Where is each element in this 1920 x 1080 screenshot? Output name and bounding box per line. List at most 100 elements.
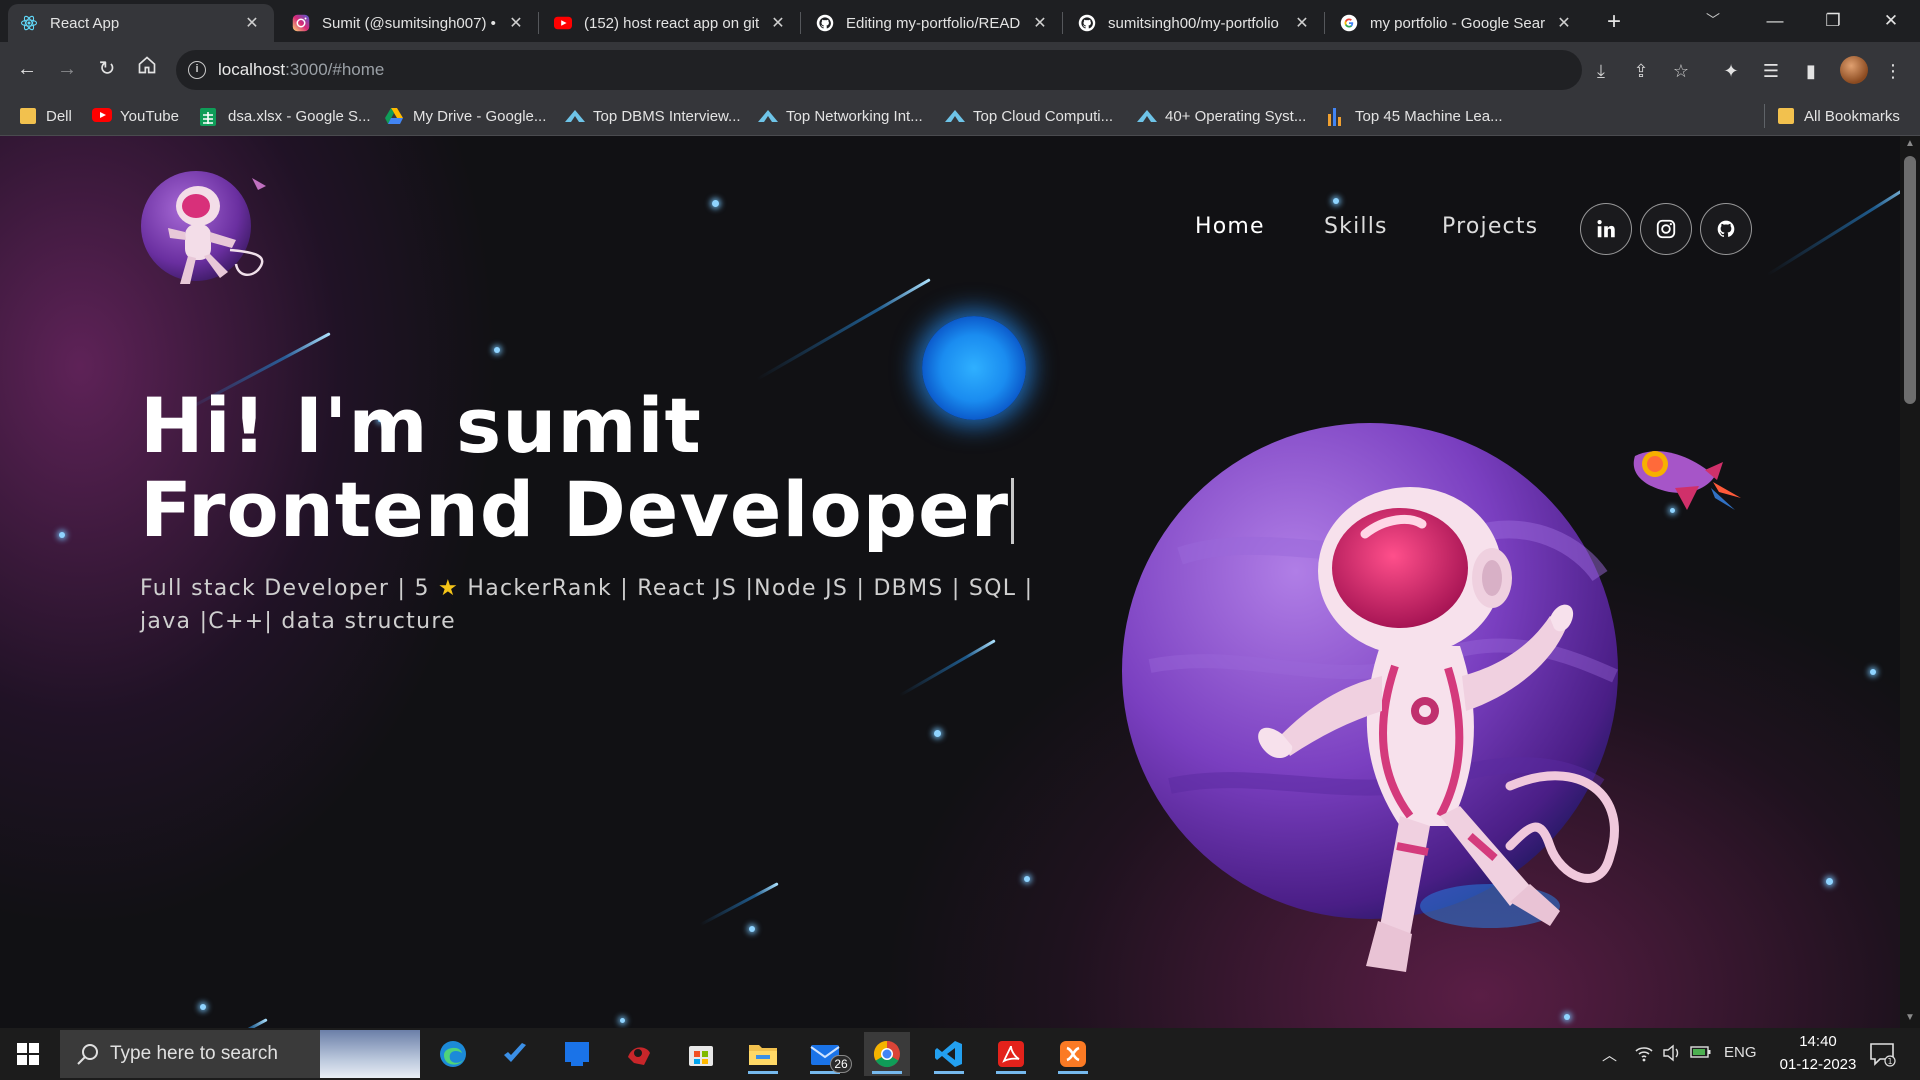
chrome-menu-icon[interactable]: ⋮: [1878, 56, 1908, 86]
taskbar-search-placeholder: Type here to search: [110, 1043, 278, 1064]
bookmark-item[interactable]: Top Networking Int...: [758, 104, 923, 128]
taskbar-app[interactable]: [554, 1032, 600, 1076]
instagram-button[interactable]: [1640, 203, 1692, 255]
bookmark-star-icon[interactable]: ☆: [1668, 58, 1694, 84]
mail-unread-badge: 26: [830, 1055, 852, 1073]
star-particle: [200, 1004, 206, 1010]
portfolio-page[interactable]: Home Skills Projects Hi! I'm sumit Front…: [0, 136, 1900, 1028]
tab-search-chevron-icon[interactable]: ﹀: [1706, 10, 1720, 30]
react-icon: [20, 14, 38, 32]
tab-close-icon[interactable]: ✕: [242, 13, 262, 33]
browser-tab-bar: React App ✕ Sumit (@sumitsingh007) • ✕ (…: [0, 0, 1920, 42]
clock-date[interactable]: 01-12-2023: [1766, 1056, 1870, 1073]
bookmark-label: All Bookmarks: [1804, 107, 1900, 125]
scroll-up-icon[interactable]: ▲: [1903, 138, 1917, 152]
github-button[interactable]: [1700, 203, 1752, 255]
bookmark-label: Top Networking Int...: [786, 107, 923, 125]
bookmark-item[interactable]: My Drive - Google...: [385, 104, 546, 128]
bookmark-label: YouTube: [120, 107, 179, 125]
file-explorer-icon: [749, 1045, 777, 1065]
game-icon: [628, 1047, 650, 1065]
new-tab-button[interactable]: +: [1600, 8, 1628, 36]
github-icon: [816, 14, 834, 32]
profile-avatar[interactable]: [1840, 56, 1868, 84]
github-icon: [1717, 220, 1735, 238]
taskbar-app-acrobat[interactable]: [988, 1032, 1034, 1076]
star-particle: [59, 532, 65, 538]
share-icon[interactable]: ⇪: [1628, 58, 1654, 84]
interviewbit-icon: [565, 108, 585, 124]
bookmark-item[interactable]: 40+ Operating Syst...: [1137, 104, 1306, 128]
url-text[interactable]: localhost:3000/#home: [218, 60, 384, 80]
search-icon: [77, 1044, 98, 1065]
todo-icon: [504, 1043, 526, 1062]
taskbar-app-file-explorer[interactable]: [740, 1032, 786, 1076]
bookmark-item[interactable]: Top Cloud Computi...: [945, 104, 1113, 128]
close-window-button[interactable]: ✕: [1868, 4, 1914, 38]
restore-button[interactable]: ❐: [1810, 4, 1856, 38]
extensions-icon[interactable]: ✦: [1716, 56, 1746, 86]
edge-icon: [440, 1041, 466, 1067]
battery-icon[interactable]: [1690, 1044, 1712, 1064]
address-bar[interactable]: [176, 50, 1582, 90]
back-button[interactable]: ←: [10, 52, 44, 86]
nav-link-home[interactable]: Home: [1195, 214, 1265, 239]
tab-close-icon[interactable]: ✕: [1554, 13, 1574, 33]
home-button[interactable]: [130, 52, 164, 86]
tab-title: Sumit (@sumitsingh007) •: [322, 14, 496, 32]
input-language[interactable]: ENG: [1724, 1044, 1757, 1061]
site-info-icon[interactable]: i: [188, 61, 206, 79]
taskbar-app-chrome[interactable]: [864, 1032, 910, 1076]
bookmark-item[interactable]: dsa.xlsx - Google S...: [200, 104, 371, 128]
nav-link-projects[interactable]: Projects: [1442, 214, 1538, 239]
side-panel-icon[interactable]: ▮: [1796, 56, 1826, 86]
taskbar-app-xampp[interactable]: [1050, 1032, 1096, 1076]
minimize-button[interactable]: —: [1752, 4, 1798, 38]
scroll-down-icon[interactable]: ▼: [1903, 1012, 1917, 1026]
logo-astronaut[interactable]: [140, 166, 280, 306]
taskbar-app-store[interactable]: [678, 1032, 724, 1076]
hero-subtitle: Full stack Developer | 5 ★ HackerRank | …: [140, 572, 1060, 638]
linkedin-button[interactable]: [1580, 203, 1632, 255]
scrollbar-thumb[interactable]: [1904, 156, 1916, 404]
bookmark-label: Top DBMS Interview...: [593, 107, 741, 125]
taskbar-app-todo[interactable]: [492, 1032, 538, 1076]
interviewbit-icon: [758, 108, 778, 124]
tab-title: React App: [50, 14, 120, 32]
notification-center-icon[interactable]: 1: [1868, 1040, 1896, 1068]
forward-button[interactable]: →: [50, 52, 84, 86]
youtube-icon: [92, 108, 112, 124]
star-particle: [934, 730, 941, 737]
tab-google-search[interactable]: my portfolio - Google Sear ✕: [1328, 4, 1586, 42]
windows-start-icon[interactable]: [16, 1042, 40, 1066]
search-highlight-image: [320, 1030, 420, 1078]
tab-close-icon[interactable]: ✕: [1030, 13, 1050, 33]
bookmark-item[interactable]: Top 45 Machine Lea...: [1327, 104, 1503, 128]
tab-instagram[interactable]: Sumit (@sumitsingh007) • ✕: [280, 4, 538, 42]
bookmark-label: Dell: [46, 107, 72, 125]
taskbar-app-vscode[interactable]: [926, 1032, 972, 1076]
bookmark-item[interactable]: Dell: [20, 104, 72, 128]
interviewbit-icon: [945, 108, 965, 124]
reload-button[interactable]: ↻: [90, 52, 124, 86]
taskbar-app-edge[interactable]: [430, 1032, 476, 1076]
install-app-icon[interactable]: ⤓: [1588, 58, 1614, 84]
tab-close-icon[interactable]: ✕: [1292, 13, 1312, 33]
tab-react-app[interactable]: React App ✕: [8, 4, 274, 42]
nav-link-skills[interactable]: Skills: [1324, 214, 1388, 239]
tab-close-icon[interactable]: ✕: [506, 13, 526, 33]
bookmark-item[interactable]: YouTube: [92, 104, 179, 128]
tab-github-editing[interactable]: Editing my-portfolio/READ ✕: [804, 4, 1062, 42]
all-bookmarks-folder[interactable]: All Bookmarks: [1778, 104, 1900, 128]
taskbar-app-game[interactable]: [616, 1032, 662, 1076]
media-controls-icon[interactable]: ☰: [1756, 56, 1786, 86]
folder-icon: [1778, 108, 1794, 124]
tab-youtube[interactable]: (152) host react app on git ✕: [542, 4, 800, 42]
tab-close-icon[interactable]: ✕: [768, 13, 788, 33]
wifi-icon[interactable]: [1634, 1044, 1654, 1066]
bookmark-item[interactable]: Top DBMS Interview...: [565, 104, 741, 128]
volume-icon[interactable]: [1662, 1044, 1682, 1066]
tab-github-repo[interactable]: sumitsingh00/my-portfolio ✕: [1066, 4, 1324, 42]
clock-time[interactable]: 14:40: [1790, 1033, 1846, 1050]
show-hidden-icons-chevron-icon[interactable]: ︿: [1602, 1044, 1617, 1065]
